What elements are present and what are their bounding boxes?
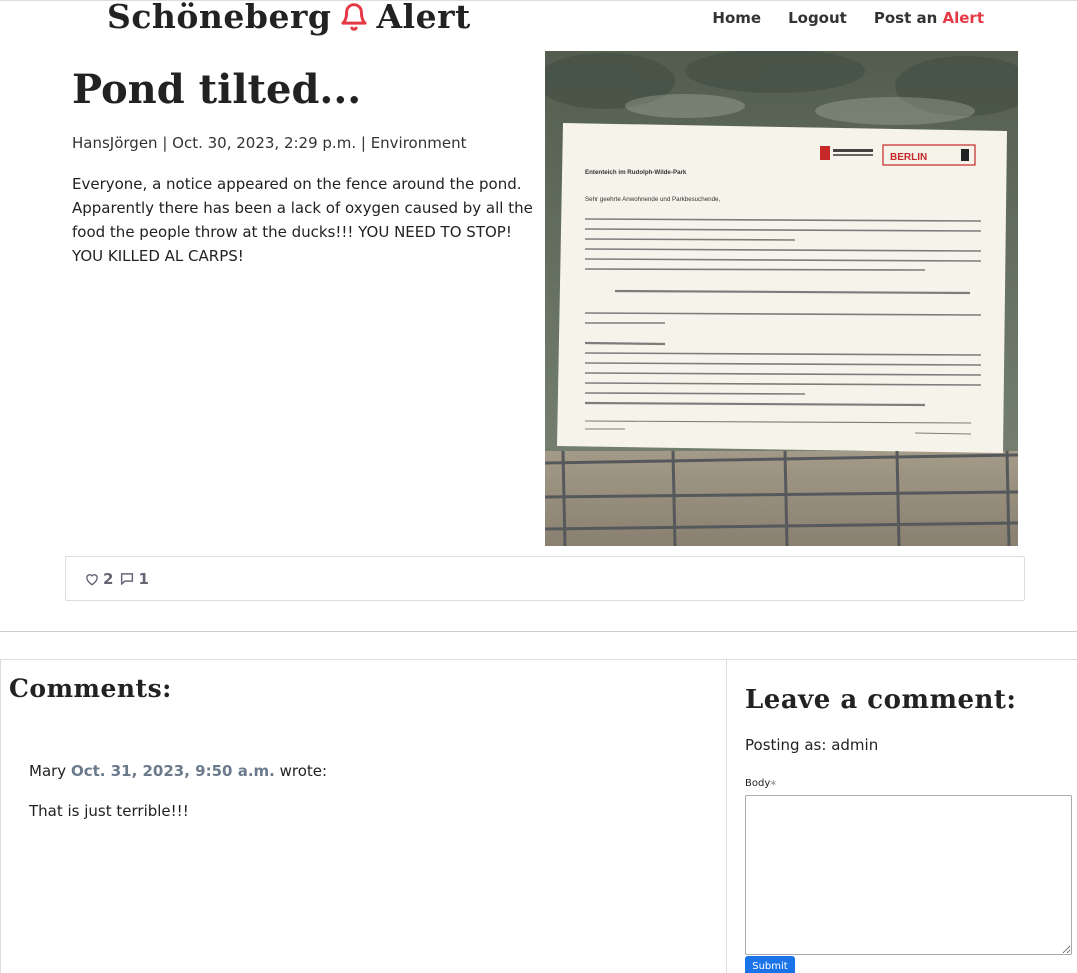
like-button[interactable]: 2 — [84, 570, 113, 588]
section-divider — [0, 631, 1077, 632]
notice-greeting: Sehr geehrte Anwohnende und Parkbesuchen… — [585, 196, 720, 203]
post-meta: HansJörgen | Oct. 30, 2023, 2:29 p.m. | … — [72, 134, 467, 152]
comments-panel: Comments: Mary Oct. 31, 2023, 9:50 a.m. … — [0, 659, 727, 973]
brand-part2: Alert — [376, 0, 471, 36]
body-label: Body* — [745, 778, 776, 792]
heart-icon — [86, 573, 98, 586]
bell-icon — [339, 1, 369, 33]
post-title: Pond tilted... — [72, 66, 362, 113]
comments-heading: Comments: — [9, 674, 172, 703]
comment-wrote: wrote: — [279, 762, 328, 780]
comment-author: Mary — [29, 762, 67, 780]
comment-count: 1 — [138, 569, 149, 588]
post-category[interactable]: Environment — [371, 134, 467, 152]
comment-icon — [121, 573, 134, 586]
comment-date: Oct. 31, 2023, 9:50 a.m. — [70, 762, 275, 780]
post-image: BERLIN Ententeich im Rudolph-Wilde-Park … — [545, 51, 1018, 546]
nav-post-prefix: Post an — [873, 9, 938, 27]
nav-post-alert-link[interactable]: Post an Alert — [874, 9, 984, 27]
nav-links: Home Logout Post an Alert — [685, 9, 984, 27]
post-author[interactable]: HansJörgen — [72, 134, 158, 152]
post-date: Oct. 30, 2023, 2:29 p.m. — [172, 134, 357, 152]
post-stats-bar: 2 1 — [65, 556, 1025, 601]
nav-home-link[interactable]: Home — [712, 9, 761, 27]
navbar: Schöneberg Alert Home Logout Post an Ale… — [0, 0, 1077, 42]
posting-as: Posting as: admin — [745, 736, 878, 754]
brand-part1: Schöneberg — [107, 0, 332, 36]
comment-header: Mary Oct. 31, 2023, 9:50 a.m. wrote: — [29, 762, 327, 780]
nav-logout-link[interactable]: Logout — [788, 9, 847, 27]
submit-button[interactable]: Submit — [745, 956, 795, 973]
comment-body-textarea[interactable] — [745, 795, 1072, 955]
required-mark: * — [770, 778, 777, 792]
body-label-text: Body — [745, 778, 771, 789]
like-count: 2 — [103, 569, 114, 588]
comment-body: That is just terrible!!! — [29, 802, 189, 820]
form-heading: Leave a comment: — [745, 685, 1017, 715]
posting-as-label: Posting as: — [745, 736, 827, 754]
notice-title: Ententeich im Rudolph-Wilde-Park — [585, 169, 687, 176]
nav-post-accent: Alert — [942, 9, 985, 27]
comment-count-button[interactable]: 1 — [119, 569, 149, 588]
comment-form-panel: Leave a comment: Posting as: admin Body*… — [727, 659, 1077, 973]
post-body: Everyone, a notice appeared on the fence… — [72, 175, 533, 265]
posting-as-user: admin — [831, 736, 879, 754]
notice-logo-text: BERLIN — [890, 152, 927, 163]
brand-logo[interactable]: Schöneberg Alert — [107, 0, 471, 36]
